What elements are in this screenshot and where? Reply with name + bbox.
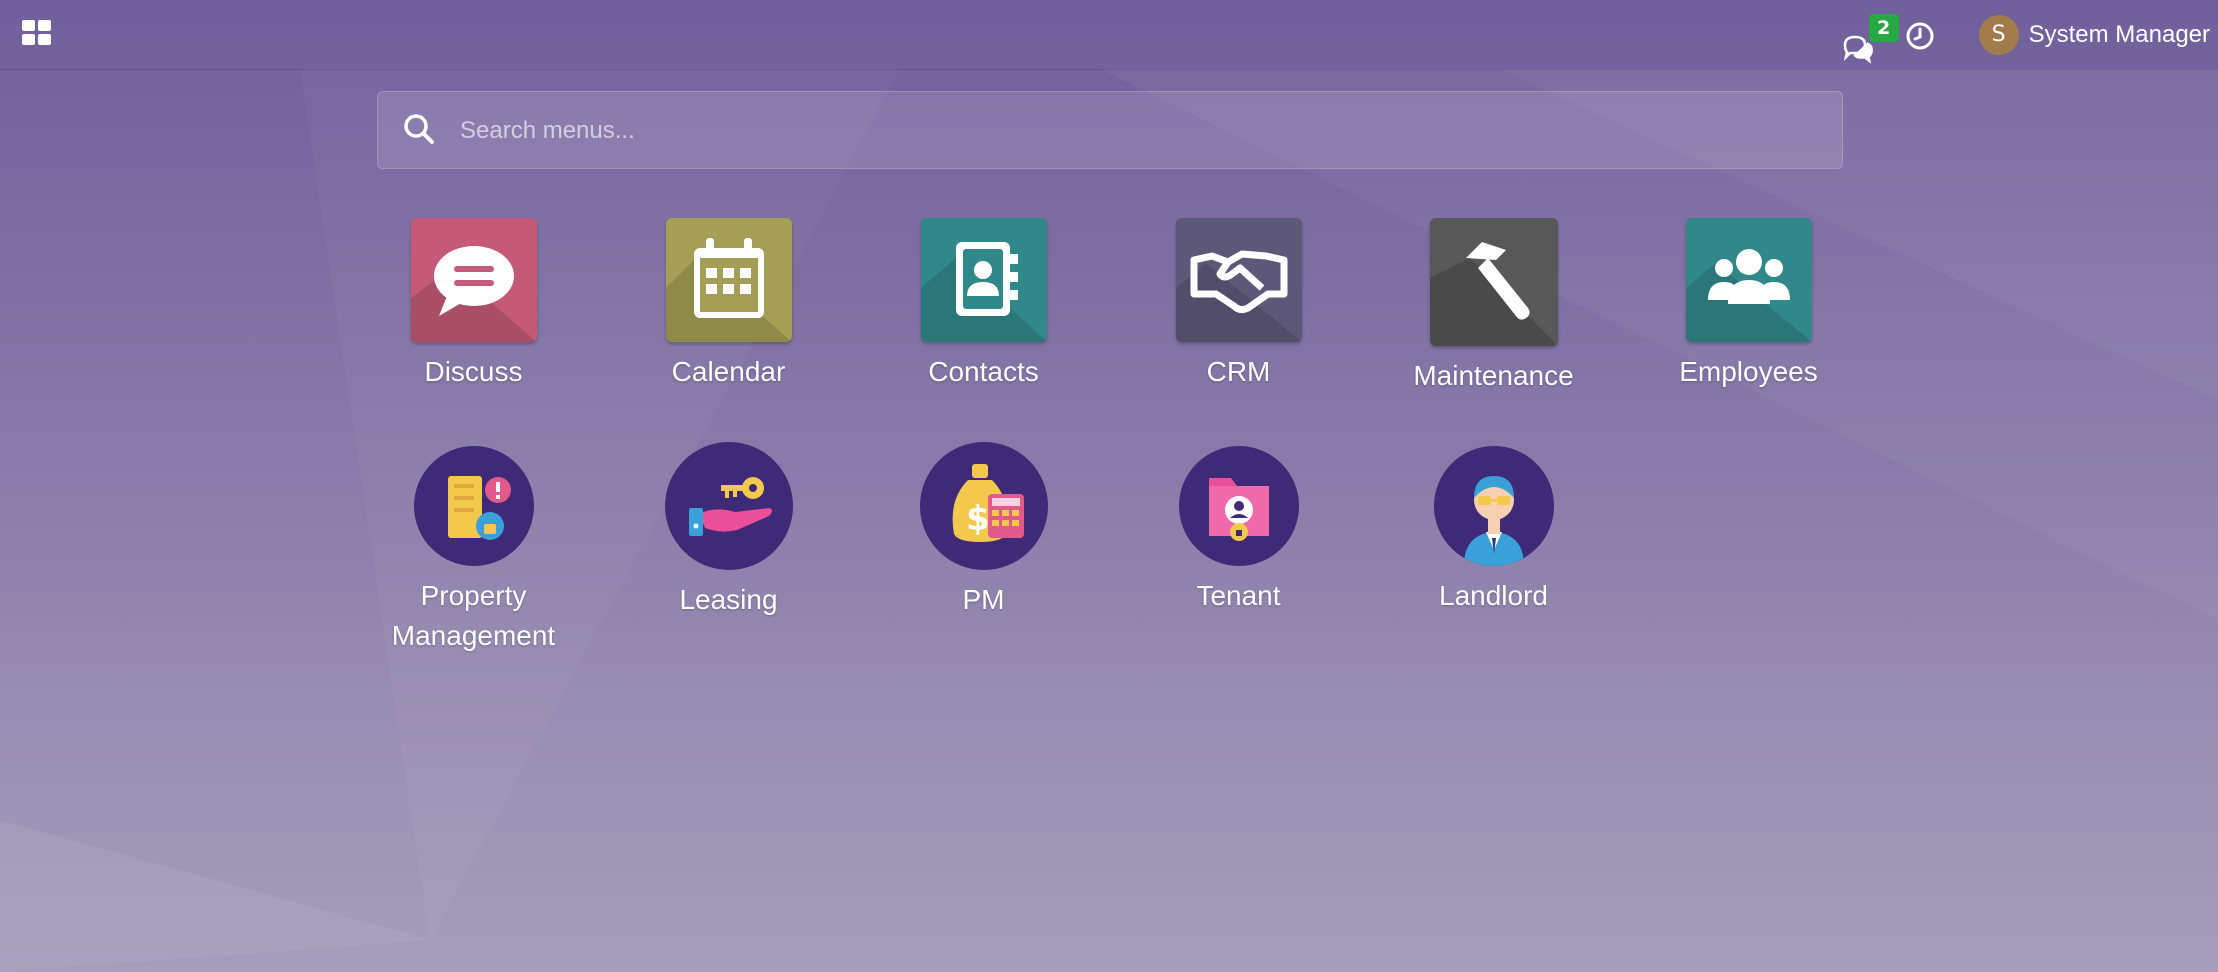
app-discuss[interactable]: Discuss [346, 218, 601, 392]
app-label: Contacts [928, 356, 1039, 387]
app-label: Property Management [391, 580, 556, 651]
app-leasing[interactable]: Leasing [601, 442, 856, 620]
app-label: Landlord [1439, 580, 1548, 611]
search-icon [404, 114, 434, 144]
top-navbar: 2 S System Manager [0, 0, 2218, 70]
avatar: S [1978, 14, 2019, 55]
app-label: Maintenance [1413, 360, 1574, 391]
svg-text:$: $ [966, 499, 990, 539]
app-pm[interactable]: $ PM [856, 442, 1111, 620]
messaging-menu-button[interactable]: 2 [1841, 13, 1899, 64]
handshake-icon [1175, 218, 1302, 342]
systray: 2 S System Manager [1841, 0, 2218, 69]
user-menu[interactable]: S System Manager [1978, 14, 2210, 55]
calendar-icon [665, 218, 792, 342]
activity-menu-button[interactable] [1905, 17, 1941, 53]
app-employees[interactable]: Employees [1621, 218, 1876, 392]
property-management-icon [413, 446, 534, 566]
app-label: Leasing [679, 584, 778, 615]
app-label: Employees [1679, 356, 1818, 387]
app-label: Calendar [671, 356, 786, 387]
app-contacts[interactable]: Contacts [856, 218, 1111, 392]
message-count-badge: 2 [1868, 13, 1899, 42]
search-input[interactable] [458, 92, 1822, 170]
app-label: CRM [1206, 356, 1271, 387]
money-bag-calculator-icon: $ [919, 442, 1048, 570]
app-calendar[interactable]: Calendar [601, 218, 856, 392]
app-crm[interactable]: CRM [1111, 218, 1366, 392]
address-book-icon [920, 218, 1047, 342]
landlord-person-icon [1433, 446, 1554, 566]
user-name: System Manager [2028, 20, 2210, 48]
tenant-folder-icon [1178, 446, 1299, 566]
clock-icon [1906, 22, 1934, 49]
hammer-icon [1429, 218, 1558, 346]
app-landlord[interactable]: Landlord [1366, 446, 1621, 616]
app-label: PM [962, 584, 1005, 615]
app-label: Tenant [1196, 580, 1281, 611]
app-maintenance[interactable]: Maintenance [1366, 218, 1621, 396]
app-menu-toggle-icon[interactable] [22, 20, 54, 48]
people-icon [1685, 218, 1812, 342]
app-label: Discuss [424, 356, 523, 387]
app-tenant[interactable]: Tenant [1111, 446, 1366, 616]
key-hand-icon [664, 442, 793, 570]
menu-search-box [377, 91, 1843, 170]
chat-bubble-icon [410, 218, 537, 342]
app-property-management[interactable]: Property Management [346, 446, 601, 656]
